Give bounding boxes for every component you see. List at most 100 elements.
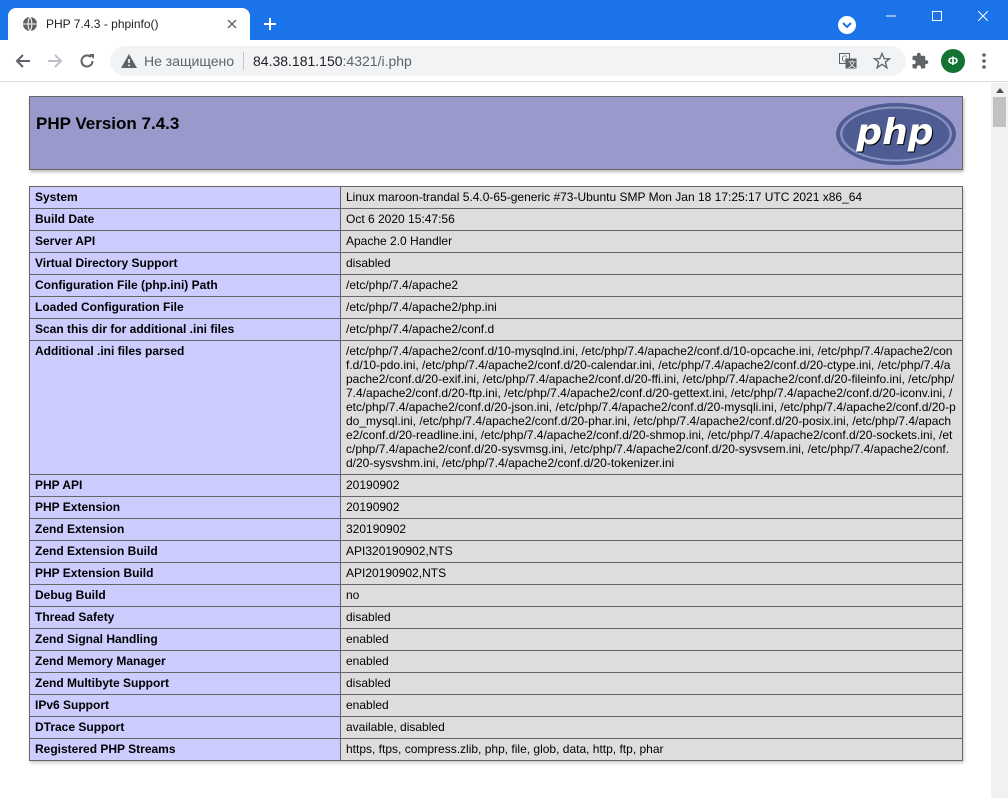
scrollbar-thumb[interactable]	[993, 97, 1006, 127]
arrow-right-icon	[48, 54, 63, 68]
setting-name: Registered PHP Streams	[29, 738, 341, 761]
setting-value: 20190902	[340, 474, 963, 497]
globe-icon	[22, 16, 38, 32]
bookmark-star-icon[interactable]	[872, 52, 892, 70]
table-row: Configuration File (php.ini) Path/etc/ph…	[29, 274, 963, 297]
setting-value: enabled	[340, 628, 963, 651]
table-row: Server API Apache 2.0 Handler	[29, 230, 963, 253]
setting-name: DTrace Support	[29, 716, 341, 739]
table-row: Registered PHP Streams https, ftps, compr…	[29, 738, 963, 761]
setting-name: Zend Signal Handling	[29, 628, 341, 651]
setting-name: Zend Multibyte Support	[29, 672, 341, 695]
phpinfo-table: System Linux maroon-trandal 5.4.0-65-gene…	[29, 186, 963, 761]
setting-value: disabled	[340, 252, 963, 275]
kebab-menu-icon	[982, 53, 986, 69]
plus-icon	[264, 18, 276, 30]
page-viewport: PHP Version 7.4.3 php php System Linux ma…	[0, 83, 991, 798]
table-row: Build Date Oct 6 2020 15:47:56	[29, 208, 963, 231]
table-row: Zend Multibyte Support disabled	[29, 672, 963, 695]
maximize-button[interactable]	[914, 0, 960, 32]
php-version-header: PHP Version 7.4.3 php php	[29, 96, 963, 170]
setting-value: API20190902,NTS	[340, 562, 963, 585]
url-host: 84.38.181.150	[253, 53, 343, 69]
minimize-icon	[886, 15, 896, 17]
close-tab-icon[interactable]	[224, 16, 240, 32]
setting-name: Virtual Directory Support	[29, 252, 341, 275]
tab-title: PHP 7.4.3 - phpinfo()	[46, 17, 159, 31]
minimize-button[interactable]	[868, 0, 914, 32]
forward-button[interactable]	[41, 47, 69, 75]
close-window-button[interactable]	[960, 0, 1006, 32]
setting-value: 20190902	[340, 496, 963, 519]
table-row: PHP Extension 20190902	[29, 496, 963, 519]
translate-icon[interactable]: G文	[838, 52, 858, 70]
table-row: PHP API 20190902	[29, 474, 963, 497]
setting-name: Debug Build	[29, 584, 341, 607]
tab-search-button[interactable]	[838, 16, 856, 34]
table-row: DTrace Support available, disabled	[29, 716, 963, 739]
setting-value: disabled	[340, 672, 963, 695]
setting-name: Additional .ini files parsed	[29, 340, 341, 475]
back-button[interactable]	[9, 47, 37, 75]
table-row: Loaded Configuration File/etc/php/7.4/ap…	[29, 296, 963, 319]
arrow-left-icon	[15, 54, 30, 68]
setting-value: /etc/php/7.4/apache2	[340, 274, 963, 297]
setting-value: enabled	[340, 650, 963, 673]
setting-value: Linux maroon-trandal 5.4.0-65-generic #7…	[340, 186, 963, 209]
warning-icon[interactable]	[120, 52, 138, 70]
table-row: PHP Extension Build API20190902,NTS	[29, 562, 963, 585]
setting-name: Build Date	[29, 208, 341, 231]
table-row: Zend Memory Manager enabled	[29, 650, 963, 673]
new-tab-button[interactable]	[258, 12, 282, 36]
svg-text:php: php	[855, 112, 933, 153]
setting-name: Loaded Configuration File	[29, 296, 341, 319]
maximize-icon	[932, 11, 942, 21]
extensions-button[interactable]	[907, 48, 933, 74]
security-status[interactable]: Не защищено	[144, 53, 234, 69]
browser-menu-button[interactable]	[971, 48, 997, 74]
table-row: Thread Safety disabled	[29, 606, 963, 629]
setting-name: Server API	[29, 230, 341, 253]
setting-name: Scan this dir for additional .ini files	[29, 318, 341, 341]
setting-value: Apache 2.0 Handler	[340, 230, 963, 253]
setting-name: System	[29, 186, 341, 209]
setting-value: /etc/php/7.4/apache2/conf.d/10-mysqlnd.i…	[340, 340, 963, 475]
reload-icon	[80, 54, 94, 68]
page-title: PHP Version 7.4.3	[36, 114, 180, 133]
address-bar[interactable]: Не защищено 84.38.181.150:4321/i.php G文	[110, 46, 906, 76]
table-row: Zend Extension 320190902	[29, 518, 963, 541]
scroll-up-arrow-icon[interactable]	[991, 83, 1008, 97]
setting-value: no	[340, 584, 963, 607]
setting-value: /etc/php/7.4/apache2/php.ini	[340, 296, 963, 319]
setting-value: API320190902,NTS	[340, 540, 963, 563]
setting-name: PHP Extension Build	[29, 562, 341, 585]
setting-name: Thread Safety	[29, 606, 341, 629]
close-icon	[978, 11, 988, 21]
svg-text:文: 文	[848, 59, 856, 69]
browser-tab[interactable]: PHP 7.4.3 - phpinfo()	[8, 8, 250, 40]
setting-value: enabled	[340, 694, 963, 717]
php-logo[interactable]: php php	[835, 102, 957, 166]
table-row: Virtual Directory Support disabled	[29, 252, 963, 275]
setting-name: Configuration File (php.ini) Path	[29, 274, 341, 297]
browser-titlebar: PHP 7.4.3 - phpinfo()	[0, 0, 1008, 40]
table-row: System Linux maroon-trandal 5.4.0-65-gene…	[29, 186, 963, 209]
puzzle-icon	[912, 52, 929, 69]
setting-value: disabled	[340, 606, 963, 629]
setting-value: available, disabled	[340, 716, 963, 739]
setting-name: Zend Extension	[29, 518, 341, 541]
reload-button[interactable]	[73, 47, 101, 75]
url-path: :4321/i.php	[342, 53, 412, 69]
address-divider	[243, 52, 244, 70]
page-scrollbar[interactable]	[991, 83, 1008, 798]
svg-text:G: G	[842, 55, 848, 64]
table-row: Zend Signal Handling enabled	[29, 628, 963, 651]
profile-avatar[interactable]: Ф	[941, 49, 965, 73]
chevron-down-icon	[842, 22, 852, 29]
setting-name: PHP Extension	[29, 496, 341, 519]
table-row: Debug Build no	[29, 584, 963, 607]
setting-value: Oct 6 2020 15:47:56	[340, 208, 963, 231]
setting-value: /etc/php/7.4/apache2/conf.d	[340, 318, 963, 341]
setting-value: https, ftps, compress.zlib, php, file, g…	[340, 738, 963, 761]
setting-name: Zend Extension Build	[29, 540, 341, 563]
